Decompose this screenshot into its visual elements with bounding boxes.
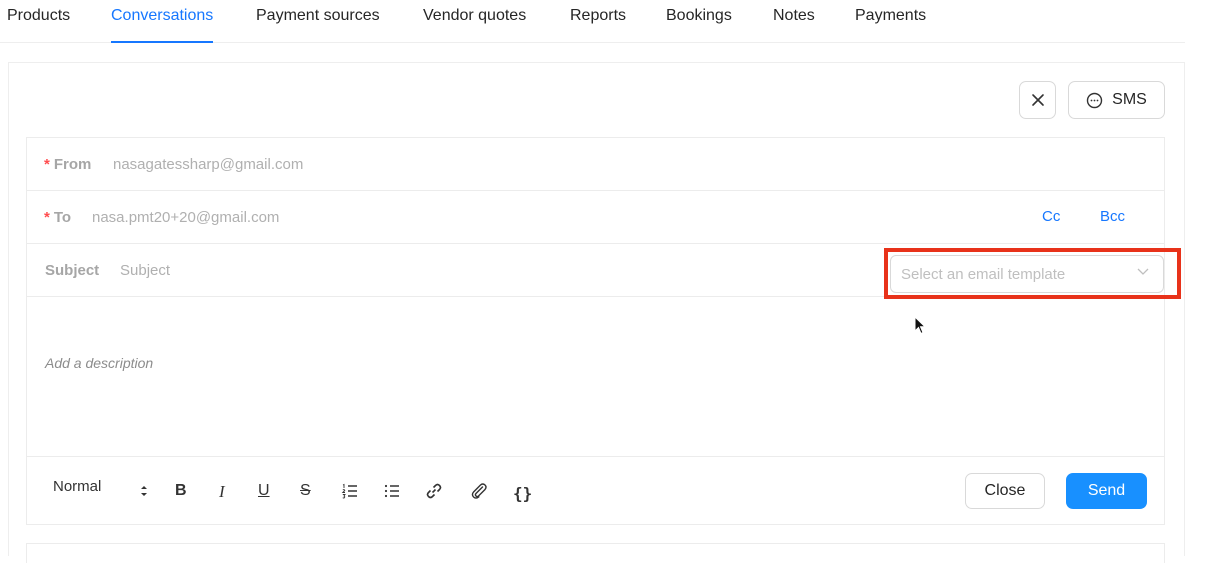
italic-button[interactable]: I — [219, 482, 225, 502]
tab-conversations[interactable]: Conversations — [111, 6, 214, 43]
from-label: * From — [44, 156, 92, 173]
to-field[interactable]: nasa.pmt20+20@gmail.com — [92, 209, 279, 226]
updown-caret-icon[interactable] — [139, 484, 149, 498]
ordered-list-icon[interactable] — [341, 482, 359, 500]
variables-button[interactable]: {} — [513, 484, 532, 503]
bullet-list-icon[interactable] — [383, 482, 401, 500]
bold-button[interactable]: B — [175, 482, 187, 500]
toolbar-divider — [27, 456, 1164, 457]
sms-button-label: SMS — [1112, 91, 1147, 108]
tab-vendor-quotes[interactable]: Vendor quotes — [423, 6, 526, 43]
tab-bar: Products Conversations Payment sources V… — [0, 0, 1185, 43]
link-icon[interactable] — [425, 482, 443, 500]
close-button[interactable]: Close — [965, 473, 1045, 509]
tab-bookings[interactable]: Bookings — [666, 6, 732, 43]
description-editor[interactable]: Add a description — [45, 355, 153, 371]
close-compose-button[interactable] — [1019, 81, 1056, 119]
to-row: * To nasa.pmt20+20@gmail.com — [27, 191, 1164, 244]
from-row: * From nasagatessharp@gmail.com — [27, 138, 1164, 191]
to-label: * To — [44, 209, 72, 226]
email-template-select[interactable]: Select an email template — [890, 255, 1164, 293]
subject-label: Subject — [45, 262, 100, 279]
chat-bubble-icon — [1086, 92, 1103, 108]
email-compose-form: * From nasagatessharp@gmail.com * To nasa.… — [26, 137, 1165, 525]
underline-button[interactable]: U — [258, 482, 270, 500]
tab-reports[interactable]: Reports — [570, 6, 626, 43]
tab-payments[interactable]: Payments — [855, 6, 926, 43]
email-template-placeholder: Select an email template — [901, 266, 1066, 283]
heading-select[interactable]: Normal — [53, 478, 101, 495]
sms-button[interactable]: SMS — [1068, 81, 1165, 119]
mouse-cursor-icon — [914, 316, 926, 335]
from-field[interactable]: nasagatessharp@gmail.com — [113, 156, 303, 173]
attachment-icon[interactable] — [470, 482, 488, 500]
tab-notes[interactable]: Notes — [773, 6, 815, 43]
tab-payment-sources[interactable]: Payment sources — [256, 6, 380, 43]
bcc-link[interactable]: Bcc — [1100, 208, 1125, 225]
send-button[interactable]: Send — [1066, 473, 1147, 509]
tab-products[interactable]: Products — [7, 6, 70, 43]
close-icon — [1031, 94, 1044, 106]
subject-input[interactable]: Subject — [120, 262, 170, 279]
strikethrough-button[interactable]: S — [300, 482, 311, 500]
chevron-down-icon — [1137, 268, 1149, 275]
next-section-box — [26, 543, 1165, 563]
cc-link[interactable]: Cc — [1042, 208, 1060, 225]
